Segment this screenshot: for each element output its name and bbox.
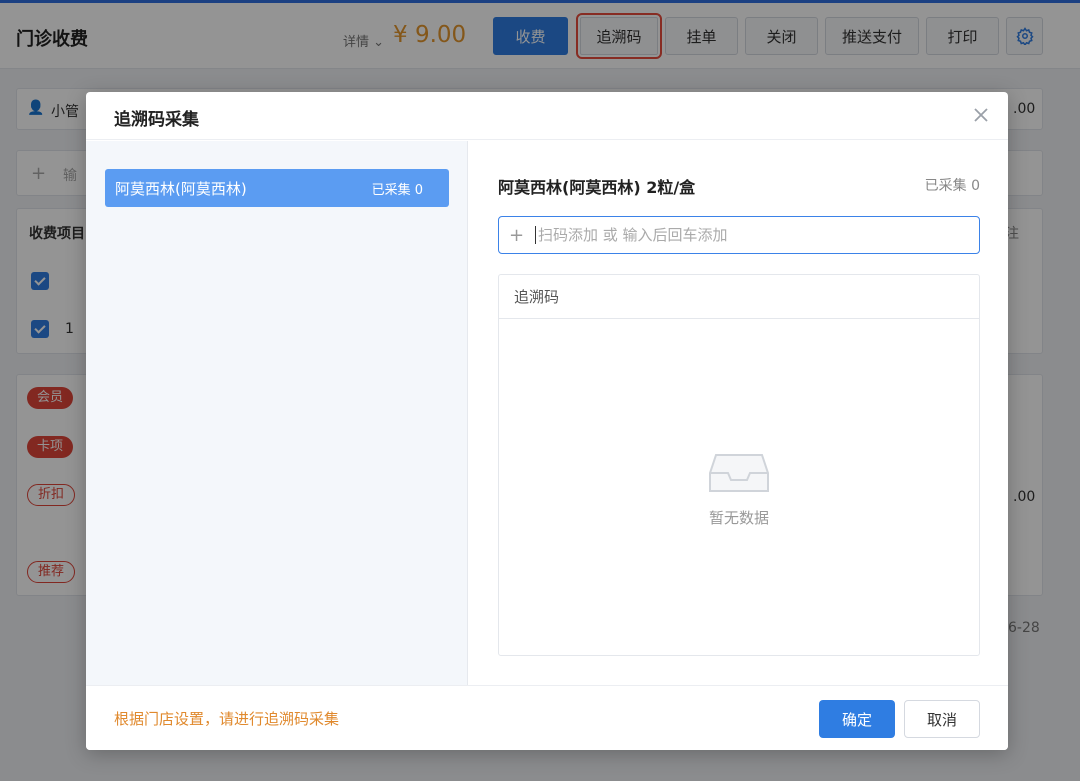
- trace-code-dialog: 追溯码采集 阿莫西林(阿莫西林) 已采集 0 阿莫西林(阿莫西林) 2粒/盒 已…: [86, 92, 1008, 750]
- dialog-title: 追溯码采集: [114, 110, 199, 130]
- dialog-header: 追溯码采集: [86, 92, 1008, 140]
- trace-code-panel: 阿莫西林(阿莫西林) 2粒/盒 已采集 0 + 追溯码 暂无数据: [469, 141, 1008, 685]
- trace-code-table: 追溯码 暂无数据: [498, 274, 980, 656]
- drug-list-item[interactable]: 阿莫西林(阿莫西林) 已采集 0: [105, 169, 449, 207]
- confirm-button[interactable]: 确定: [819, 700, 895, 738]
- empty-text: 暂无数据: [708, 509, 769, 527]
- plus-icon: +: [509, 224, 525, 246]
- trace-code-column-header: 追溯码: [499, 275, 979, 319]
- empty-state: 暂无数据: [499, 451, 979, 528]
- drug-list-item-count: 已采集 0: [371, 182, 423, 198]
- drug-title: 阿莫西林(阿莫西林) 2粒/盒: [498, 178, 696, 197]
- text-caret: [535, 226, 536, 244]
- drug-list: 阿莫西林(阿莫西林) 已采集 0: [86, 141, 468, 685]
- cancel-button[interactable]: 取消: [904, 700, 980, 738]
- close-icon[interactable]: [970, 104, 992, 126]
- footer-tip: 根据门店设置，请进行追溯码采集: [114, 710, 340, 728]
- scan-input[interactable]: [538, 226, 958, 244]
- empty-inbox-icon: [709, 454, 769, 492]
- scan-input-box[interactable]: +: [498, 216, 980, 254]
- collected-count: 已采集 0: [924, 178, 980, 194]
- drug-list-item-name: 阿莫西林(阿莫西林): [115, 179, 247, 198]
- dialog-footer: 根据门店设置，请进行追溯码采集 确定 取消: [86, 685, 1008, 750]
